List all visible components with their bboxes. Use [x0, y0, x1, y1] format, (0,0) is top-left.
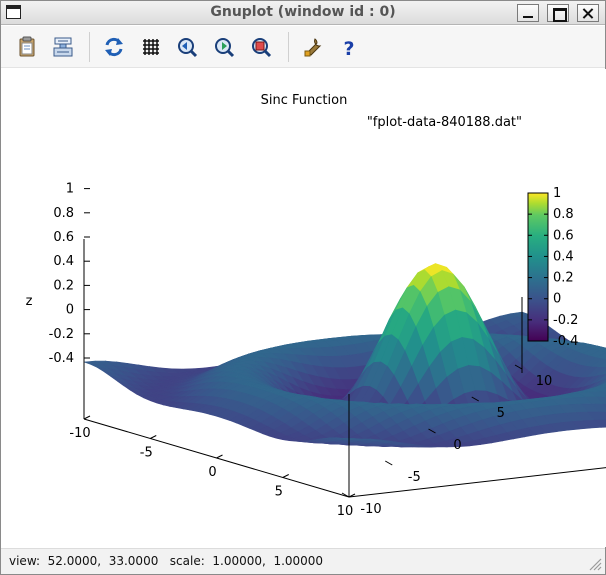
z-tick-label: 1: [66, 182, 74, 197]
print-button[interactable]: [51, 35, 75, 59]
options-button[interactable]: [301, 35, 325, 59]
minimize-button[interactable]: [517, 4, 539, 22]
z-axis-label: z: [26, 294, 33, 309]
autoscale-button[interactable]: [249, 35, 273, 59]
y-tick-label: -5: [408, 470, 421, 485]
z-tick-label: 0.2: [53, 278, 74, 293]
toolbar-separator: [288, 32, 289, 62]
window-title: Gnuplot (window id : 0): [210, 4, 396, 20]
replot-icon: [105, 37, 123, 57]
zoom-next-button[interactable]: [212, 35, 236, 59]
sinc-surface-plot[interactable]: Sinc Function "fplot-data-840188.dat" z …: [2, 69, 606, 547]
y-tick-label: 10: [536, 374, 553, 389]
x-tick-label: 0: [208, 465, 216, 480]
plot-title: Sinc Function: [261, 93, 348, 108]
z-tick-label: 0: [66, 303, 74, 318]
z-tick-label: 0.6: [53, 230, 74, 245]
x-tick-label: 5: [275, 485, 283, 500]
clipboard-copy-icon: [19, 36, 35, 57]
resize-grip-icon[interactable]: [588, 557, 602, 571]
replot-button[interactable]: [102, 35, 126, 59]
x-tick: [216, 454, 223, 459]
y-axis-line: [348, 467, 606, 498]
y-tick-label: -10: [360, 502, 381, 517]
status-text: view: 52.0000, 33.0000 scale: 1.00000, 1…: [9, 554, 324, 568]
y-tick-label: 0: [453, 438, 461, 453]
colorbox-tick-label: 0.8: [553, 207, 574, 222]
help-button[interactable]: ?: [337, 35, 361, 60]
colorbox-tick-label: -0.2: [553, 313, 578, 328]
y-tick: [385, 460, 393, 466]
toolbar-separator: [89, 32, 90, 62]
grid-button[interactable]: [139, 35, 163, 59]
grid-icon: [143, 39, 159, 55]
svg-text:?: ?: [343, 38, 354, 59]
plot-canvas[interactable]: Sinc Function "fplot-data-840188.dat" z …: [2, 69, 606, 547]
key-entry: "fplot-data-840188.dat": [367, 115, 522, 130]
x-tick-label: -10: [69, 426, 90, 441]
title-bar[interactable]: Gnuplot (window id : 0): [1, 1, 605, 25]
gnuplot-window: Gnuplot (window id : 0) ? Sinc Function …: [0, 0, 606, 575]
colorbox-tick-label: 0.6: [553, 228, 574, 243]
x-tick-label: 10: [337, 504, 354, 519]
zoom-previous-icon: [178, 38, 198, 58]
colorbox-tick-label: 0.4: [553, 249, 574, 264]
x-tick-label: -5: [140, 446, 153, 461]
options-wrench-icon: [304, 38, 322, 57]
print-icon: [53, 37, 73, 57]
y-tick-label: 5: [497, 406, 505, 421]
colorbox: [527, 192, 549, 342]
autoscale-icon: [252, 38, 272, 58]
clipboard-copy-button[interactable]: [15, 35, 39, 59]
x-tick: [83, 415, 91, 420]
toolbar: ?: [1, 26, 605, 68]
close-button[interactable]: [577, 4, 599, 22]
x-tick: [150, 435, 157, 439]
zoom-previous-button[interactable]: [175, 35, 199, 59]
z-tick-label: 0.8: [53, 206, 74, 221]
z-tick-label: -0.4: [49, 351, 74, 366]
zoom-next-icon: [215, 38, 235, 58]
colorbox-tick-label: -0.4: [553, 334, 578, 349]
help-icon: ?: [343, 38, 354, 60]
z-tick-label: 0.4: [53, 254, 74, 269]
colorbox-tick-label: 0: [553, 292, 561, 307]
maximize-button[interactable]: [547, 4, 569, 22]
colorbox-tick-label: 0.2: [553, 271, 574, 286]
colorbox-tick-label: 1: [553, 186, 561, 201]
status-bar: view: 52.0000, 33.0000 scale: 1.00000, 1…: [1, 548, 605, 574]
x-tick: [282, 474, 289, 478]
z-tick-label: -0.2: [49, 327, 74, 342]
